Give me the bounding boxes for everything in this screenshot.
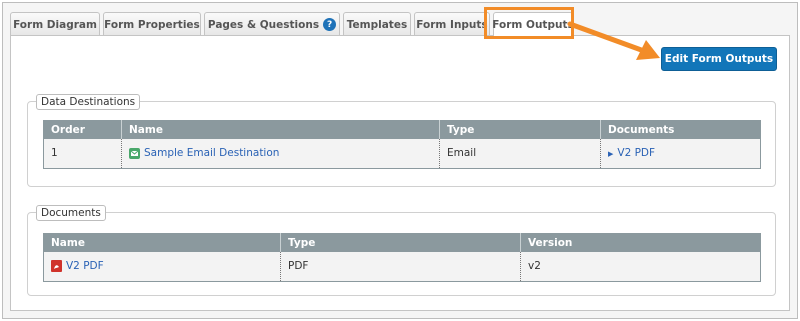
document-name-link[interactable]: V2 PDF [66, 260, 104, 272]
edit-form-outputs-button[interactable]: Edit Form Outputs [661, 47, 777, 71]
column-header-type[interactable]: Type [439, 120, 601, 139]
help-icon[interactable]: ? [323, 18, 337, 31]
table-header-row: Order Name Type Documents [43, 120, 761, 139]
tab-label: Form Inputs [416, 18, 488, 31]
documents-table: Name Type Version V2 PDF PDF v2 [43, 233, 761, 282]
expand-triangle-icon[interactable]: ▶ [608, 150, 613, 158]
tab-label: Pages & Questions [207, 18, 320, 31]
documents-legend: Documents [36, 205, 106, 221]
tab-form-diagram[interactable]: Form Diagram [10, 12, 100, 36]
table-header-row: Name Type Version [43, 233, 761, 252]
column-header-name[interactable]: Name [121, 120, 440, 139]
documents-cell: ▶ V2 PDF [600, 138, 761, 169]
name-cell: V2 PDF [43, 251, 281, 282]
tab-label: Templates [346, 18, 408, 31]
destination-name-link[interactable]: Sample Email Destination [144, 147, 279, 159]
tab-form-inputs[interactable]: Form Inputs [414, 12, 490, 36]
version-cell: v2 [520, 251, 761, 282]
pdf-icon [51, 260, 62, 273]
data-destinations-table: Order Name Type Documents 1 Sample Email… [43, 120, 761, 169]
column-header-order[interactable]: Order [43, 120, 122, 139]
column-header-type[interactable]: Type [280, 233, 521, 252]
tab-label: Form Outputs [492, 19, 574, 31]
name-cell: Sample Email Destination [121, 138, 440, 169]
order-cell: 1 [43, 138, 122, 169]
type-cell: PDF [280, 251, 521, 282]
tab-label: Form Diagram [13, 18, 97, 31]
tab-templates[interactable]: Templates [343, 12, 411, 36]
data-destinations-section: Data Destinations Order Name Type Docume… [27, 94, 776, 187]
type-cell: Email [439, 138, 601, 169]
column-header-version[interactable]: Version [520, 233, 761, 252]
table-row[interactable]: 1 Sample Email Destination Email ▶ V2 PDF [43, 138, 761, 169]
tab-pages-questions[interactable]: Pages & Questions ? [204, 12, 340, 36]
column-header-name[interactable]: Name [43, 233, 281, 252]
table-row[interactable]: V2 PDF PDF v2 [43, 251, 761, 282]
email-icon [129, 147, 140, 159]
column-header-documents[interactable]: Documents [600, 120, 761, 139]
data-destinations-legend: Data Destinations [36, 94, 141, 110]
tab-label: Form Properties [104, 18, 200, 31]
tab-form-properties[interactable]: Form Properties [103, 12, 201, 36]
tab-form-outputs[interactable]: Form Outputs [492, 12, 574, 37]
documents-section: Documents Name Type Version V2 PDF PDF v… [27, 205, 776, 296]
document-link[interactable]: V2 PDF [617, 147, 655, 159]
